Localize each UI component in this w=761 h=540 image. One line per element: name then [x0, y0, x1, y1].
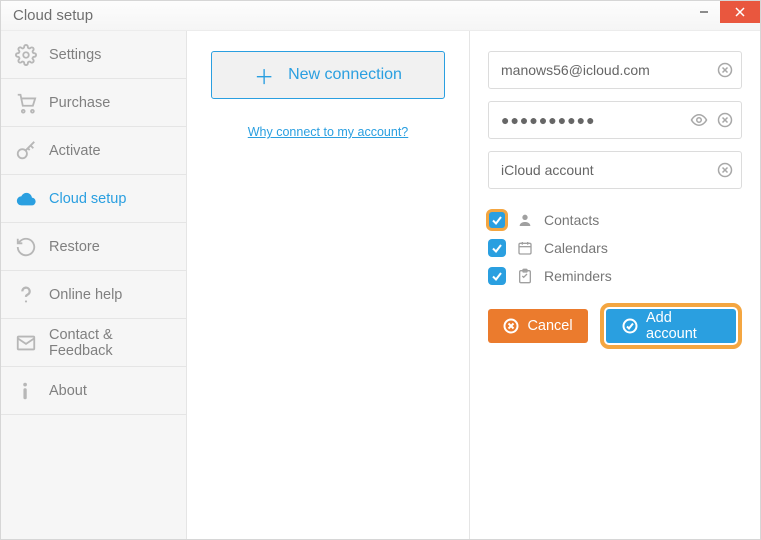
account-name-field[interactable]	[488, 151, 742, 189]
sidebar-item-label: Activate	[49, 143, 101, 159]
form-actions: Cancel Add account	[488, 309, 742, 343]
checklist-icon	[516, 267, 534, 285]
titlebar: Cloud setup	[1, 1, 760, 31]
sidebar-item-purchase[interactable]: Purchase	[1, 79, 186, 127]
sidebar-item-contact-feedback[interactable]: Contact & Feedback	[1, 319, 186, 367]
window-controls	[688, 1, 760, 23]
sync-options: Contacts Calendars	[488, 211, 742, 285]
sidebar-item-label: Settings	[49, 47, 101, 63]
cancel-label: Cancel	[527, 318, 572, 334]
option-contacts[interactable]: Contacts	[488, 211, 742, 229]
checkbox-checked[interactable]	[488, 239, 506, 257]
cloud-icon	[15, 188, 37, 210]
middle-column: ＋ New connection Why connect to my accou…	[187, 31, 470, 539]
body: Settings Purchase Activate Cloud setup	[1, 31, 760, 539]
option-label: Contacts	[544, 212, 599, 228]
cancel-icon	[503, 318, 519, 334]
sidebar-item-label: Restore	[49, 239, 100, 255]
new-connection-label: New connection	[288, 66, 402, 84]
restore-icon	[15, 236, 37, 258]
help-icon	[15, 284, 37, 306]
calendar-icon	[516, 239, 534, 257]
sidebar-item-label: Online help	[49, 287, 122, 303]
gear-icon	[15, 44, 37, 66]
add-account-button[interactable]: Add account	[606, 309, 736, 343]
sidebar-item-settings[interactable]: Settings	[1, 31, 186, 79]
new-connection-button[interactable]: ＋ New connection	[211, 51, 445, 99]
sidebar-item-label: About	[49, 383, 87, 399]
option-calendars[interactable]: Calendars	[488, 239, 742, 257]
mail-icon	[15, 332, 37, 354]
option-label: Calendars	[544, 240, 608, 256]
sidebar-item-label: Cloud setup	[49, 191, 126, 207]
sidebar-item-restore[interactable]: Restore	[1, 223, 186, 271]
option-reminders[interactable]: Reminders	[488, 267, 742, 285]
sidebar-item-label: Purchase	[49, 95, 110, 111]
person-icon	[516, 211, 534, 229]
clear-icon[interactable]	[716, 61, 734, 79]
eye-icon[interactable]	[690, 111, 708, 129]
account-name-field-wrap	[488, 151, 742, 189]
email-field[interactable]	[488, 51, 742, 89]
info-icon	[15, 380, 37, 402]
why-connect-link[interactable]: Why connect to my account?	[248, 125, 409, 139]
sidebar-item-label: Contact & Feedback	[49, 327, 172, 359]
password-field-wrap	[488, 101, 742, 139]
sidebar-item-activate[interactable]: Activate	[1, 127, 186, 175]
add-account-label: Add account	[646, 310, 720, 342]
plus-icon: ＋	[254, 61, 274, 90]
minimize-button[interactable]	[688, 1, 720, 23]
sidebar-item-online-help[interactable]: Online help	[1, 271, 186, 319]
sidebar: Settings Purchase Activate Cloud setup	[1, 31, 187, 539]
close-button[interactable]	[720, 1, 760, 23]
option-label: Reminders	[544, 268, 612, 284]
clear-icon[interactable]	[716, 161, 734, 179]
key-icon	[15, 140, 37, 162]
sidebar-item-about[interactable]: About	[1, 367, 186, 415]
clear-icon[interactable]	[716, 111, 734, 129]
cancel-button[interactable]: Cancel	[488, 309, 588, 343]
email-field-wrap	[488, 51, 742, 89]
checkbox-checked-highlighted[interactable]	[488, 211, 506, 229]
right-column: Contacts Calendars	[470, 31, 760, 539]
sidebar-item-cloud-setup[interactable]: Cloud setup	[1, 175, 186, 223]
window-title: Cloud setup	[1, 7, 93, 24]
cart-icon	[15, 92, 37, 114]
checkbox-checked[interactable]	[488, 267, 506, 285]
app-window: Cloud setup Settings Purchase	[0, 0, 761, 540]
check-circle-icon	[622, 318, 638, 334]
